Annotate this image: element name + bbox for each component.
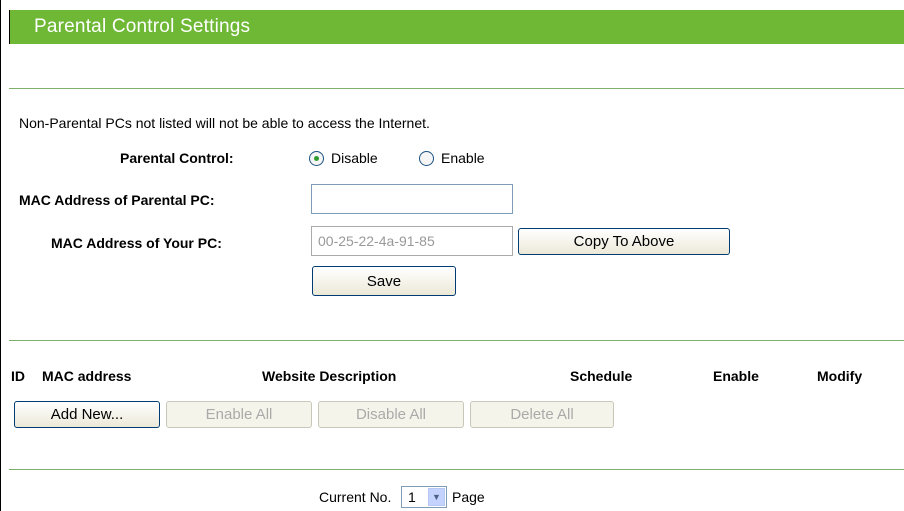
- col-mac-address: MAC address: [42, 368, 132, 384]
- save-button[interactable]: Save: [312, 266, 456, 296]
- add-new-button[interactable]: Add New...: [14, 401, 160, 428]
- notice-text: Non-Parental PCs not listed will not be …: [19, 115, 430, 131]
- page-title: Parental Control Settings: [34, 16, 251, 37]
- divider-bottom: [9, 469, 904, 470]
- page-select-value: 1: [408, 489, 416, 505]
- page: Parental Control Settings Non-Parental P…: [0, 0, 904, 511]
- mac-parental-label: MAC Address of Parental PC:: [19, 192, 215, 208]
- divider-middle: [9, 340, 904, 341]
- radio-disable-label: Disable: [331, 150, 378, 166]
- enable-all-button: Enable All: [166, 401, 312, 428]
- chevron-down-icon[interactable]: ▼: [428, 488, 445, 506]
- disable-all-button: Disable All: [318, 401, 464, 428]
- mac-parental-field[interactable]: [311, 184, 513, 214]
- mac-your-pc-label: MAC Address of Your PC:: [51, 235, 222, 251]
- col-website-description: Website Description: [262, 368, 397, 384]
- radio-enable-label: Enable: [441, 150, 485, 166]
- parental-control-label: Parental Control:: [120, 150, 234, 166]
- mac-your-pc-field: [311, 226, 513, 256]
- col-modify: Modify: [817, 368, 863, 384]
- copy-to-above-button[interactable]: Copy To Above: [518, 228, 730, 255]
- delete-all-button: Delete All: [470, 401, 614, 428]
- col-schedule: Schedule: [570, 368, 633, 384]
- radio-enable[interactable]: [419, 151, 434, 166]
- divider-top: [9, 88, 904, 89]
- radio-disable[interactable]: [309, 151, 324, 166]
- pager-suffix: Page: [452, 489, 485, 505]
- title-bar: Parental Control Settings: [9, 10, 904, 44]
- pager-prefix: Current No.: [319, 489, 392, 505]
- col-id: ID: [11, 368, 25, 384]
- col-enable: Enable: [713, 368, 759, 384]
- page-select[interactable]: 1 ▼: [401, 486, 447, 508]
